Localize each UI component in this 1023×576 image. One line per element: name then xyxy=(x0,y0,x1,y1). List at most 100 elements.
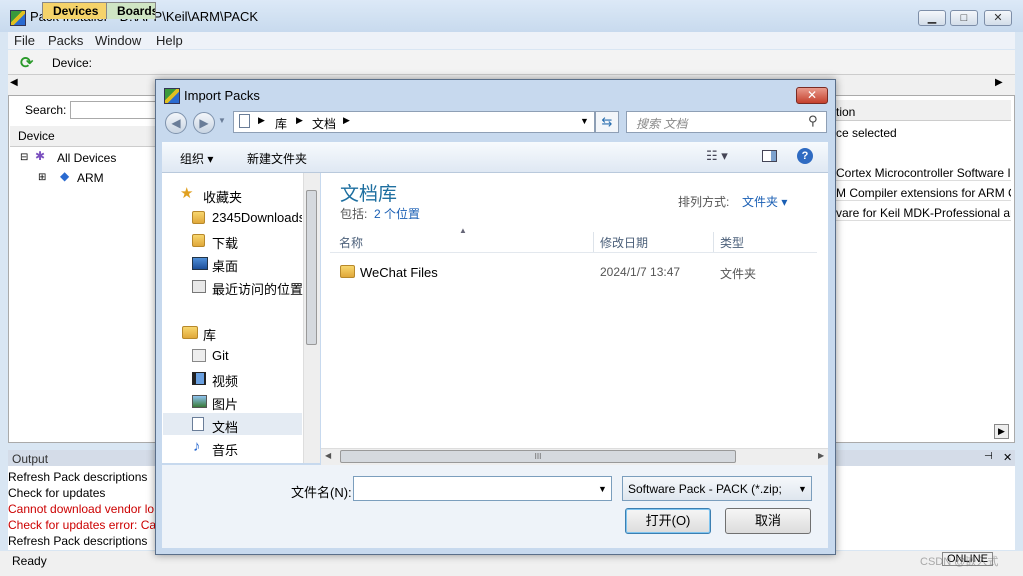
app-logo-icon xyxy=(10,10,26,26)
nav-scroll-thumb[interactable] xyxy=(306,190,317,345)
git-library-icon xyxy=(192,349,206,362)
refresh-icon[interactable]: ⟳ xyxy=(20,53,33,73)
pack-row[interactable]: vare for Keil MDK-Professional ar xyxy=(836,206,1011,221)
tab-devices[interactable]: Devices xyxy=(42,2,110,19)
breadcrumb-separator-icon: ▶ xyxy=(343,115,350,125)
filename-input[interactable] xyxy=(353,476,612,501)
device-label: Device: xyxy=(52,56,93,70)
search-label: Search: xyxy=(25,103,67,117)
minimize-button[interactable]: ▁ xyxy=(918,10,946,26)
help-icon[interactable]: ? xyxy=(797,148,813,164)
menu-file[interactable]: File xyxy=(14,33,35,48)
nav-git[interactable]: Git xyxy=(212,348,229,363)
breadcrumb-separator-icon: ▶ xyxy=(296,115,303,125)
tree-collapse-icon[interactable]: ⊟ xyxy=(20,152,28,163)
file-row-type: 文件夹 xyxy=(720,267,757,281)
column-name[interactable]: 名称 xyxy=(339,234,363,251)
music-library-icon: ♪ xyxy=(193,438,201,455)
document-icon xyxy=(239,114,250,128)
scroll-left-icon[interactable]: ◀ xyxy=(325,451,331,460)
tab-scroll-right-icon[interactable]: ▶ xyxy=(995,77,1003,88)
sort-ascending-icon: ▲ xyxy=(459,226,467,235)
column-divider xyxy=(593,232,594,252)
includes-locations-link[interactable]: 2 个位置 xyxy=(374,205,420,222)
selected-text: ce selected xyxy=(836,126,897,140)
filename-dropdown-icon[interactable]: ▼ xyxy=(598,484,607,494)
view-options-icon[interactable]: ☷ ▾ xyxy=(706,148,728,164)
description-pane xyxy=(830,95,1015,443)
back-icon[interactable]: ◀ xyxy=(165,112,187,134)
nav-favorites[interactable]: 收藏夹 xyxy=(203,187,242,206)
menu-help[interactable]: Help xyxy=(156,33,183,48)
tree-expand-icon[interactable]: ⊞ xyxy=(38,172,46,183)
new-folder-button[interactable]: 新建文件夹 xyxy=(247,150,307,167)
favorites-star-icon: ★ xyxy=(180,185,194,202)
output-line: Check for updates xyxy=(8,486,106,500)
address-bar[interactable] xyxy=(233,111,595,133)
breadcrumb-library[interactable]: 库 xyxy=(275,115,287,132)
output-line-error: Check for updates error: Car xyxy=(8,518,161,532)
search-placeholder: 搜索 文档 xyxy=(636,117,688,131)
nav-videos[interactable]: 视频 xyxy=(212,371,238,390)
address-dropdown-icon[interactable]: ▼ xyxy=(580,116,589,126)
history-dropdown-icon[interactable]: ▼ xyxy=(218,116,226,125)
device-search-input[interactable] xyxy=(70,101,156,119)
toolbar xyxy=(8,50,1015,75)
sort-dropdown[interactable]: 文件夹 ▾ xyxy=(742,193,787,210)
open-button[interactable]: 打开(O) xyxy=(625,508,711,534)
filetype-dropdown-icon[interactable]: ▼ xyxy=(798,484,807,494)
scroll-right-icon[interactable]: ▶ xyxy=(994,424,1009,439)
nav-pictures[interactable]: 图片 xyxy=(212,394,238,413)
pack-row[interactable]: Cortex Microcontroller Software I xyxy=(836,166,1011,181)
output-close-icon[interactable]: ✕ xyxy=(1003,451,1012,464)
organize-button[interactable]: 组织 ▾ xyxy=(180,150,213,167)
dialog-title: Import Packs xyxy=(184,88,260,103)
close-window-button[interactable]: ✕ xyxy=(984,10,1012,26)
hscroll-thumb[interactable]: III xyxy=(340,450,736,463)
search-icon[interactable]: ⚲ xyxy=(808,113,818,129)
breadcrumb-documents[interactable]: 文档 xyxy=(312,115,336,132)
pack-row[interactable]: M Compiler extensions for ARM C xyxy=(836,186,1011,201)
nav-2345downloads[interactable]: 2345Downloads xyxy=(212,210,302,225)
menu-packs[interactable]: Packs xyxy=(48,33,83,48)
column-date[interactable]: 修改日期 xyxy=(600,234,648,251)
output-line: Refresh Pack descriptions xyxy=(8,534,148,548)
pin-icon[interactable]: ⊣ xyxy=(984,451,993,462)
file-row-name[interactable]: WeChat Files xyxy=(360,265,438,280)
tab-boards[interactable]: Boards xyxy=(106,2,156,19)
breadcrumb-separator-icon: ▶ xyxy=(258,115,265,125)
pictures-library-icon xyxy=(192,395,207,408)
dialog-close-button[interactable]: ✕ xyxy=(796,87,828,104)
downloads-icon xyxy=(192,234,205,247)
libraries-icon xyxy=(182,326,198,339)
nav-music[interactable]: 音乐 xyxy=(212,440,238,459)
scroll-right-icon[interactable]: ▶ xyxy=(818,451,824,460)
description-column-label: tion xyxy=(836,105,856,119)
tree-all-devices[interactable]: All Devices xyxy=(57,151,116,165)
tree-arm[interactable]: ARM xyxy=(77,171,104,185)
video-library-icon xyxy=(192,372,206,385)
library-title: 文档库 xyxy=(340,184,398,205)
refresh-folder-icon[interactable]: ⇆ xyxy=(595,111,619,133)
filename-label: 文件名(N): xyxy=(291,485,352,500)
output-line-error: Cannot download vendor lo xyxy=(8,502,155,516)
maximize-button[interactable]: □ xyxy=(950,10,978,26)
status-ready: Ready xyxy=(12,554,47,568)
nav-downloads[interactable]: 下载 xyxy=(212,233,238,252)
nav-libraries[interactable]: 库 xyxy=(203,325,216,344)
menu-window[interactable]: Window xyxy=(95,33,141,48)
includes-label: 包括: xyxy=(340,207,368,221)
file-row-date: 2024/1/7 13:47 xyxy=(600,265,681,279)
nav-desktop[interactable]: 桌面 xyxy=(212,256,238,275)
preview-pane-icon[interactable] xyxy=(762,150,777,162)
nav-documents[interactable]: 文档 xyxy=(212,417,238,436)
dialog-app-icon xyxy=(164,88,180,104)
column-type[interactable]: 类型 xyxy=(720,234,744,251)
output-title: Output xyxy=(12,452,49,466)
tab-scroll-left-icon[interactable]: ◀ xyxy=(10,77,18,88)
folder-icon xyxy=(192,211,205,224)
forward-icon[interactable]: ▶ xyxy=(193,112,215,134)
devices-pane xyxy=(8,95,158,443)
cancel-button[interactable]: 取消 xyxy=(725,508,811,534)
nav-recent[interactable]: 最近访问的位置 xyxy=(212,279,303,298)
